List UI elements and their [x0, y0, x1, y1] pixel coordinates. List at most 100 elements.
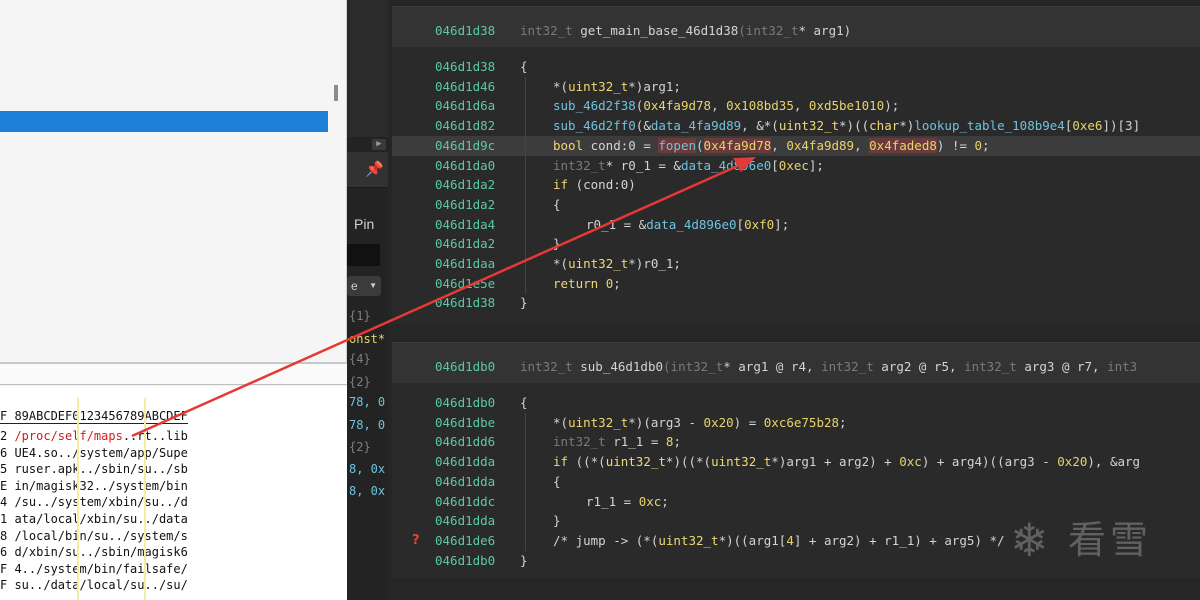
code-token[interactable]: uint32_t	[779, 118, 839, 133]
code-token[interactable]: ] + arg2) + r1_1) + arg5) */	[794, 533, 1005, 548]
code-token[interactable]: {	[553, 197, 561, 212]
code-token[interactable]: }	[553, 513, 561, 528]
code-token[interactable]: 0x4fa9d78	[643, 98, 711, 113]
code-token[interactable]: ,	[794, 98, 809, 113]
line-address[interactable]: 046d1d46	[435, 77, 495, 97]
line-address[interactable]: 046d1da2	[435, 195, 495, 215]
highlighted-token[interactable]: 0x4faded8	[869, 137, 937, 153]
code-token[interactable]: *(	[553, 415, 568, 430]
code-token[interactable]: 0x20	[704, 415, 734, 430]
line-address[interactable]: 046d1de6	[435, 531, 495, 551]
code-token[interactable]	[598, 276, 606, 291]
code-token[interactable]: int32_t	[553, 158, 606, 173]
code-token[interactable]: [	[737, 217, 745, 232]
code-token[interactable]: data_4d896e0	[681, 158, 771, 173]
code-token[interactable]: *)	[899, 118, 914, 133]
code-token[interactable]: uint32_t	[568, 256, 628, 271]
middle-input-field[interactable]	[347, 244, 380, 266]
code-token[interactable]: ) + arg4)((arg3 -	[922, 454, 1057, 469]
code-token[interactable]: sub_46d2ff0	[553, 118, 636, 133]
code-token[interactable]: (&	[636, 118, 651, 133]
code-line[interactable]: 046d1dda {	[392, 472, 1200, 492]
line-address[interactable]: 046d1db0	[435, 393, 495, 413]
code-token[interactable]: ,	[771, 138, 786, 153]
code-token[interactable]: *)((arg1[	[719, 533, 787, 548]
play-icon[interactable]: ▶	[372, 139, 386, 150]
code-token[interactable]: bool	[553, 138, 583, 153]
code-token[interactable]: ;	[661, 494, 669, 509]
code-token[interactable]: int32_t	[520, 23, 580, 38]
code-line[interactable]: 046d1e5e return 0;	[392, 274, 1200, 294]
code-token[interactable]: arg2 @ r5,	[881, 359, 964, 374]
code-token[interactable]: [	[771, 158, 779, 173]
code-token[interactable]: }	[553, 236, 561, 251]
code-token[interactable]: *(	[553, 79, 568, 94]
code-line[interactable]: 046d1da4 r0_1 = &data_4d896e0[0xf0];	[392, 215, 1200, 235]
code-token[interactable]: uint32_t	[711, 454, 771, 469]
code-token[interactable]: );	[884, 98, 899, 113]
line-address[interactable]: 046d1d38	[435, 293, 495, 313]
code-line[interactable]: 046d1d46 *(uint32_t*)arg1;	[392, 77, 1200, 97]
code-token[interactable]: int32_t	[821, 359, 881, 374]
code-token[interactable]: int32_t	[964, 359, 1024, 374]
code-line[interactable]: 046d1d82 sub_46d2ff0(&data_4fa9d89, &*(ui…	[392, 116, 1200, 136]
code-line[interactable]: 046d1da0 int32_t* r0_1 = &data_4d896e0[0x…	[392, 156, 1200, 176]
code-token[interactable]: 0x108bd35	[726, 98, 794, 113]
code-token[interactable]: ,	[854, 138, 869, 153]
code-token[interactable]: int32_t	[671, 359, 724, 374]
line-address[interactable]: 046d1e5e	[435, 274, 495, 294]
code-token[interactable]: cond:0 =	[583, 138, 658, 153]
pin-icon[interactable]: 📌	[365, 160, 384, 178]
code-token[interactable]: uint32_t	[568, 415, 628, 430]
function-signature[interactable]: int32_t get_main_base_46d1d38(int32_t* a…	[520, 7, 851, 55]
code-token[interactable]: 0x20	[1057, 454, 1087, 469]
code-token[interactable]: uint32_t	[606, 454, 666, 469]
line-address[interactable]: 046d1dbe	[435, 413, 495, 433]
code-token[interactable]: 0xd5be1010	[809, 98, 884, 113]
code-token[interactable]: lookup_table_108b9e4	[914, 118, 1065, 133]
code-token[interactable]: int32_t	[520, 359, 580, 374]
code-token[interactable]: 0xc	[899, 454, 922, 469]
code-line[interactable]: 046d1ddc r1_1 = 0xc;	[392, 492, 1200, 512]
line-address[interactable]: 046d1db0	[435, 551, 495, 571]
highlighted-token[interactable]: fopen	[658, 137, 697, 153]
code-token[interactable]: (	[738, 23, 746, 38]
code-token[interactable]: if	[553, 177, 568, 192]
code-line[interactable]: 046d1da2}	[392, 234, 1200, 254]
code-token[interactable]: get_main_base_46d1d38	[580, 23, 738, 38]
code-line[interactable]: 046d1da2 if (cond:0)	[392, 175, 1200, 195]
code-token[interactable]: 0x4fa9d89	[786, 138, 854, 153]
line-address[interactable]: 046d1da4	[435, 215, 495, 235]
line-address[interactable]: 046d1da0	[435, 156, 495, 176]
code-line-highlighted[interactable]: 046d1d9c bool cond:0 = fopen(0x4fa9d78, 0…	[392, 135, 1200, 156]
code-token[interactable]: uint32_t	[658, 533, 718, 548]
code-token[interactable]: uint32_t	[568, 79, 628, 94]
code-line[interactable]: 046d1dd6 int32_t r1_1 = 8;	[392, 432, 1200, 452]
line-address[interactable]: 046d1d82	[435, 116, 495, 136]
line-address[interactable]: 046d1d9c	[435, 136, 495, 156]
code-token[interactable]: 0xc	[639, 494, 662, 509]
code-token[interactable]: int3	[1107, 359, 1137, 374]
code-token[interactable]: ];	[809, 158, 824, 173]
code-token[interactable]: * arg1)	[798, 23, 851, 38]
code-token[interactable]: ), &arg	[1087, 454, 1140, 469]
line-address[interactable]: 046d1daa	[435, 254, 495, 274]
code-token[interactable]: int32_t	[746, 23, 799, 38]
code-token[interactable]: ;	[839, 415, 847, 430]
code-token[interactable]: data_4d896e0	[646, 217, 736, 232]
code-token[interactable]: {	[520, 59, 528, 74]
code-token[interactable]: char	[869, 118, 899, 133]
line-address[interactable]: 046d1d6a	[435, 96, 495, 116]
function-address[interactable]: 046d1db0	[435, 343, 495, 391]
code-token[interactable]: 0	[975, 138, 983, 153]
code-line[interactable]: 046d1da2 {	[392, 195, 1200, 215]
code-token[interactable]: int32_t	[553, 434, 606, 449]
code-token[interactable]: ,	[711, 98, 726, 113]
code-token[interactable]: ;	[673, 434, 681, 449]
code-token[interactable]: (	[696, 138, 704, 153]
code-token[interactable]: data_4fa9d89	[651, 118, 741, 133]
code-token[interactable]: sub_46d2f38	[553, 98, 636, 113]
code-token[interactable]: if	[553, 454, 568, 469]
code-token[interactable]: *)((*(	[666, 454, 711, 469]
code-token[interactable]: }	[520, 553, 528, 568]
